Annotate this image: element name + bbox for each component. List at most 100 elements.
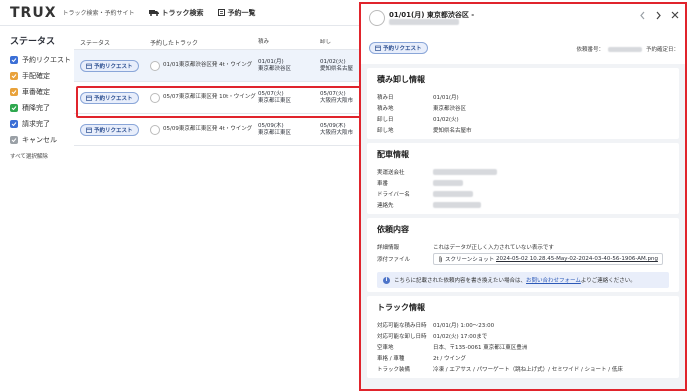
status-badge: 予約リクエスト (369, 42, 428, 54)
kv-row: 卸し地 愛知県名古屋市 (377, 124, 669, 135)
status-filter-vehicle[interactable]: 車番確定 (10, 84, 72, 100)
calendar-icon (86, 127, 92, 133)
checkbox-checked-icon[interactable] (10, 136, 18, 144)
status-badge-label: 予約リクエスト (94, 127, 133, 134)
paperclip-icon (439, 255, 442, 262)
load-place: 東京都江東区 (258, 129, 292, 136)
nav-reservations[interactable]: 予約一覧 (217, 8, 256, 18)
kv-row: 実運送会社 (377, 166, 669, 177)
logo-subtitle: トラック検索・予約サイト (62, 10, 135, 17)
header-truck: 予約したトラック (150, 40, 199, 47)
nav-truck-search-label: トラック検索 (161, 8, 204, 17)
kv-value: これはデータが正しく入力されていない表示です (433, 244, 554, 251)
checkbox-checked-icon[interactable] (10, 120, 18, 128)
kv-key: 空車地 (377, 344, 394, 351)
attachment-file[interactable]: スクリーンショット 2024-05-02 10.28.45-May-02-202… (433, 253, 663, 265)
checkbox-checked-icon[interactable] (10, 72, 18, 80)
list-header: ステータス 予約したトラック 積み 卸し (74, 36, 362, 50)
kv-key: 車格 / 車種 (377, 355, 405, 362)
avatar (150, 124, 160, 135)
kv-row: 対応可能な積み日時 01/01(月) 1:00〜23:00 (377, 319, 669, 330)
top-bar: TRUX トラック検索・予約サイト トラック検索 予約一覧 (0, 0, 362, 26)
table-row[interactable]: 予約リクエスト 01/01東京都渋谷区発 4t・ウイング 01/01(月) 東京都… (74, 50, 362, 82)
redacted-value (433, 168, 497, 175)
kv-row: 積み地 東京都渋谷区 (377, 102, 669, 113)
reservation-list: ステータス 予約したトラック 積み 卸し 予約リクエスト 01/01東京都渋谷区… (74, 36, 429, 392)
calendar-icon (375, 45, 381, 51)
row-status-cell: 予約リクエスト (74, 59, 150, 72)
kv-row: 空車地 日本、〒135-0061 東京都江東区豊洲 (377, 341, 669, 352)
kv-value: 2t / ウイング (433, 355, 467, 362)
detail-panel: 01/01(月) 東京都渋谷区 - 予約リクエスト 依頼番号： 予約確定日： 積… (359, 2, 687, 391)
kv-key: トラック装備 (377, 366, 411, 373)
contact-form-link[interactable]: お問い合わせフォーム (526, 278, 581, 284)
kv-value: 01/02(火) (433, 116, 459, 123)
logo[interactable]: TRUX (10, 5, 57, 21)
kv-row: 添付ファイル スクリーンショット 2024-05-02 10.28.45-May… (377, 252, 669, 266)
kv-value: 冷凍 / エアサス / パワーゲート（跳ね上げ式）/ セミワイド / ショート … (433, 366, 623, 373)
attachment-filename: 2024-05-02 10.28.45-May-02-2024-03-40-56… (495, 256, 658, 262)
status-badge-label: 予約リクエスト (383, 46, 422, 52)
kv-key: 卸し地 (377, 127, 394, 134)
attachment-prefix: スクリーンショット (445, 257, 495, 263)
table-row[interactable]: 予約リクエスト 05/09東京都江東区発 4t・ウイング 05/09(木) 東京都… (74, 114, 362, 146)
row-truck-cell: 01/01東京都渋谷区発 4t・ウイング (150, 60, 258, 71)
status-badge: 予約リクエスト (80, 123, 139, 136)
kv-value: 01/01(月) (433, 94, 459, 101)
kv-row: 卸し日 01/02(火) (377, 113, 669, 124)
status-filter-label: 予約リクエスト (22, 56, 71, 64)
unload-place: 大阪府大阪市 (320, 129, 354, 136)
checkbox-checked-icon[interactable] (10, 56, 18, 64)
kv-row: 対応可能な卸し日時 01/02(火) 17:00まで (377, 330, 669, 341)
detail-meta: 依頼番号： 予約確定日： (576, 45, 679, 53)
truck-card: トラック情報 対応可能な積み日時 01/01(月) 1:00〜23:00 対応可能… (367, 296, 679, 378)
status-filter-arranged[interactable]: 手配確定 (10, 68, 72, 84)
row-load-cell: 05/09(木) 東京都江東区 (258, 123, 320, 137)
kv-row: トラック装備 冷凍 / エアサス / パワーゲート（跳ね上げ式）/ セミワイド /… (377, 363, 669, 374)
status-filter-request[interactable]: 予約リクエスト (10, 52, 72, 68)
clear-all-link[interactable]: すべて選択解除 (10, 152, 72, 160)
detail-header: 01/01(月) 東京都渋谷区 - 予約リクエスト 依頼番号： 予約確定日： (361, 4, 685, 64)
kv-value: 01/01(月) 1:00〜23:00 (433, 322, 495, 329)
unload-date: 05/09(木) (320, 122, 346, 129)
kv-row: 詳細情報 これはデータが正しく入力されていない表示です (377, 241, 669, 252)
dispatch-title: 配車情報 (377, 150, 409, 159)
status-filter-label: 手配確定 (22, 72, 50, 80)
kv-key: 添付ファイル (377, 257, 411, 263)
reservation-date-label: 予約確定日： (645, 47, 679, 53)
status-filter-cancel[interactable]: キャンセル (10, 132, 72, 148)
kv-key: 対応可能な卸し日時 (377, 333, 427, 340)
chevron-left-icon[interactable] (639, 11, 646, 20)
checkbox-checked-icon[interactable] (10, 88, 18, 96)
info-icon: i (383, 276, 390, 284)
truck-name: 05/09東京都江東区発 4t・ウイング (163, 126, 253, 132)
status-filter-billed[interactable]: 請求完了 (10, 116, 72, 132)
nav-truck-search[interactable]: トラック検索 (148, 8, 204, 18)
nav-reservations-label: 予約一覧 (227, 8, 256, 17)
notice-before: こちらに記載された依頼内容を書き換えたい場合は、 (394, 278, 527, 284)
highlight-box (76, 86, 393, 118)
kv-key: 詳細情報 (377, 244, 400, 251)
avatar (369, 10, 385, 26)
chevron-right-icon[interactable] (655, 11, 662, 20)
unload-place: 愛知県名古屋 (320, 65, 354, 72)
status-badge-label: 予約リクエスト (94, 63, 133, 70)
status-filter-done[interactable]: 積降完了 (10, 100, 72, 116)
row-truck-cell: 05/09東京都江東区発 4t・ウイング (150, 124, 258, 135)
request-title: 依頼内容 (377, 225, 409, 234)
truck-name: 01/01東京都渋谷区発 4t・ウイング (163, 62, 253, 68)
kv-row: 積み日 01/01(月) (377, 91, 669, 102)
status-filter-label: 車番確定 (22, 88, 50, 96)
kv-key: 卸し日 (377, 116, 394, 123)
unload-date: 01/02(火) (320, 58, 346, 65)
kv-row: 連絡先 (377, 199, 669, 210)
dispatch-card: 配車情報 実運送会社 車番 ドライバー名 連絡先 (367, 143, 679, 214)
checkbox-checked-icon[interactable] (10, 104, 18, 112)
calendar-icon (86, 63, 92, 69)
notice-text: こちらに記載された依頼内容を書き換えたい場合は、お問い合わせフォームよりご連絡く… (394, 276, 636, 284)
close-icon[interactable] (671, 11, 679, 20)
list-icon (217, 9, 225, 16)
avatar (150, 60, 160, 71)
header-load: 積み (258, 39, 270, 45)
request-number-redacted (607, 46, 642, 52)
